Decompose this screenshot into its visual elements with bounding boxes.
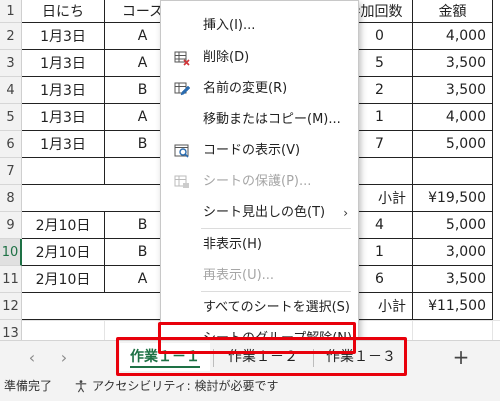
menu-item-move-copy[interactable]: 移動またはコピー(M)... (161, 107, 358, 133)
cell-header-date[interactable]: 日にち (22, 0, 105, 23)
sheet-tab-context-menu: 挿入(I)... 削除(D) 名前の変更(R) 移動またはコピー(M)... コ… (160, 0, 359, 355)
row-header-3[interactable]: 3 (0, 50, 22, 77)
cell-date[interactable]: 1月3日 (22, 23, 105, 50)
sheet-tab-label: 作業１－１ (130, 349, 200, 365)
chevron-right-icon: › (343, 206, 348, 220)
row-header-6[interactable]: 6 (0, 131, 22, 158)
menu-item-tab-color[interactable]: シート見出しの色(T) › (161, 200, 358, 226)
menu-item-delete[interactable]: 削除(D) (161, 45, 358, 71)
status-bar: 準備完了 アクセシビリティ: 検討が必要です (0, 376, 500, 401)
menu-item-view-code[interactable]: コードの表示(V) (161, 138, 358, 164)
menu-separator (201, 228, 351, 229)
cell-date[interactable]: 1月3日 (22, 104, 105, 131)
cell-date[interactable]: 1月3日 (22, 50, 105, 77)
protect-sheet-icon (174, 175, 189, 188)
menu-item-label: 移動またはコピー(M)... (203, 112, 341, 127)
menu-item-label: 名前の変更(R) (203, 81, 288, 96)
menu-item-label: 削除(D) (203, 50, 250, 65)
cell-total[interactable]: 3,500 (413, 266, 493, 293)
cell-total[interactable]: 5,000 (413, 131, 493, 158)
menu-item-label: すべてのシートを選択(S) (203, 300, 350, 315)
scroll-tabs-right-button[interactable]: › (56, 349, 72, 367)
menu-item-insert[interactable]: 挿入(I)... (161, 13, 358, 39)
cell-date[interactable]: 1月3日 (22, 77, 105, 104)
row-header-11[interactable]: 11 (0, 266, 22, 293)
menu-item-protect-sheet: シートの保護(P)... (161, 169, 358, 195)
row-header-10[interactable]: 10 (0, 239, 22, 266)
cell-total[interactable]: 3,500 (413, 50, 493, 77)
menu-item-label: 挿入(I)... (203, 18, 256, 33)
menu-item-label: コードの表示(V) (203, 143, 301, 158)
delete-sheet-icon (174, 51, 190, 66)
cell-header-total[interactable]: 金額 (413, 0, 493, 23)
cell-blank[interactable] (413, 158, 493, 185)
menu-item-label: シート見出しの色(T) (203, 205, 326, 220)
cell-total[interactable]: 4,000 (413, 23, 493, 50)
row-header-13[interactable]: 13 (0, 320, 22, 340)
rename-sheet-icon (174, 82, 190, 96)
row-header-8[interactable]: 8 (0, 185, 22, 212)
row-header-5[interactable]: 5 (0, 104, 22, 131)
cell-subtotal-value[interactable]: ¥11,500 (413, 293, 493, 320)
cell-date[interactable]: 2月10日 (22, 266, 105, 293)
row-header-7[interactable]: 7 (0, 158, 22, 185)
sheet-tab-label: 作業１－２ (228, 349, 298, 365)
menu-item-rename[interactable]: 名前の変更(R) (161, 76, 358, 102)
cell-date[interactable]: 1月3日 (22, 131, 105, 158)
row-header-1[interactable]: 1 (0, 0, 22, 23)
accessibility-status[interactable]: アクセシビリティ: 検討が必要です (92, 376, 279, 396)
cell-total[interactable]: 3,000 (413, 239, 493, 266)
sheet-tab-bar: ‹ › 作業１－１ 作業１－２ 作業１－３ + (0, 340, 500, 376)
cell-total[interactable]: 3,500 (413, 77, 493, 104)
tab-separator (313, 349, 314, 367)
row-header-2[interactable]: 2 (0, 23, 22, 50)
cell-date[interactable]: 2月10日 (22, 212, 105, 239)
sheet-tab-3[interactable]: 作業１－３ (316, 343, 406, 371)
active-tab-underline (130, 366, 200, 368)
cell-blank[interactable] (22, 158, 105, 185)
sheet-tab-1[interactable]: 作業１－１ (120, 343, 210, 371)
view-code-icon (174, 144, 189, 158)
menu-item-label: 非表示(H) (203, 237, 262, 252)
cell-total[interactable]: 4,000 (413, 104, 493, 131)
menu-item-label: 再表示(U)... (203, 268, 275, 283)
row-header-9[interactable]: 9 (0, 212, 22, 239)
accessibility-icon[interactable] (74, 379, 88, 393)
sheet-tab-2[interactable]: 作業１－２ (216, 343, 310, 371)
menu-item-unhide: 再表示(U)... (161, 263, 358, 289)
tab-separator (213, 349, 214, 367)
row-header-4[interactable]: 4 (0, 77, 22, 104)
menu-item-select-all-sheets[interactable]: すべてのシートを選択(S) (161, 295, 358, 321)
sheet-tab-label: 作業１－３ (326, 349, 396, 365)
cell-total[interactable]: 5,000 (413, 212, 493, 239)
status-ready: 準備完了 (4, 379, 53, 393)
menu-item-hide[interactable]: 非表示(H) (161, 232, 358, 258)
menu-separator (201, 291, 351, 292)
scroll-tabs-left-button[interactable]: ‹ (24, 349, 40, 367)
menu-item-label: シートの保護(P)... (203, 174, 312, 189)
row-header-12[interactable]: 12 (0, 293, 22, 320)
cell-date[interactable]: 2月10日 (22, 239, 105, 266)
add-sheet-button[interactable]: + (451, 346, 471, 368)
cell-subtotal-value[interactable]: ¥19,500 (413, 185, 493, 212)
